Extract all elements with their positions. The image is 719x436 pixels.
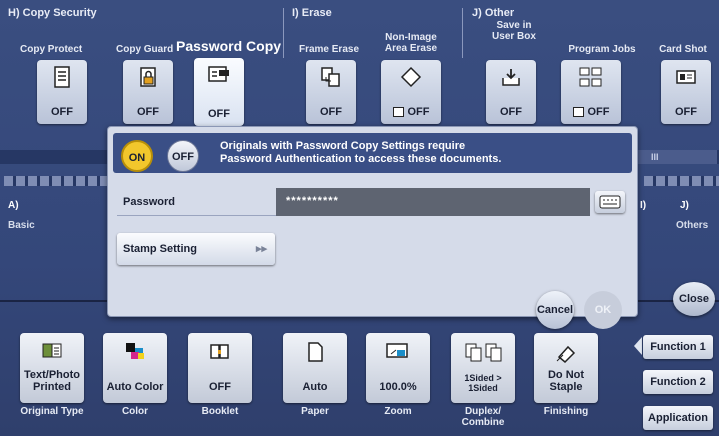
off-button[interactable]: OFF bbox=[167, 140, 199, 172]
stamp-setting-label: Stamp Setting bbox=[123, 243, 197, 255]
original-type-label: Original Type bbox=[20, 406, 84, 417]
text-photo-icon bbox=[42, 343, 62, 358]
paper-label: Paper bbox=[301, 406, 329, 417]
password-copy-value: OFF bbox=[208, 108, 230, 120]
duplex-label: Duplex/ Combine bbox=[461, 406, 505, 428]
label-card-shot: Card Shot bbox=[659, 44, 707, 55]
function-2-button[interactable]: Function 2 bbox=[643, 370, 713, 394]
left-panel-letter: A) bbox=[8, 200, 19, 211]
non-image-erase-button[interactable]: OFF bbox=[381, 60, 441, 124]
frame-erase-icon bbox=[321, 67, 340, 87]
password-copy-dialog: ON OFF Originals with Password Copy Sett… bbox=[107, 126, 638, 329]
card-shot-value: OFF bbox=[675, 106, 697, 118]
duplex-value: 1Sided > 1Sided bbox=[464, 373, 502, 393]
frame-erase-button[interactable]: OFF bbox=[306, 60, 356, 124]
checkbox-icon bbox=[392, 107, 404, 118]
password-field[interactable]: ********** bbox=[276, 188, 590, 216]
save-user-box-button[interactable]: OFF bbox=[486, 60, 536, 124]
booklet-value: OFF bbox=[209, 381, 231, 393]
program-jobs-value: OFF bbox=[561, 106, 621, 118]
zoom-icon bbox=[386, 343, 408, 358]
paper-button[interactable]: Auto Paper bbox=[283, 333, 347, 417]
divider bbox=[462, 8, 463, 58]
duplex-button[interactable]: 1Sided > 1Sided Duplex/ Combine bbox=[451, 333, 515, 428]
section-erase: I) Erase bbox=[292, 7, 332, 19]
dialog-message-2: Password Authentication to access these … bbox=[220, 153, 502, 165]
copy-protect-value: OFF bbox=[51, 106, 73, 118]
label-non-image-erase: Non-Image Area Erase bbox=[384, 32, 438, 54]
divider bbox=[283, 8, 284, 58]
application-button[interactable]: Application bbox=[643, 406, 713, 430]
password-copy-icon bbox=[208, 66, 229, 82]
copy-guard-button[interactable]: OFF bbox=[123, 60, 173, 124]
non-image-erase-icon bbox=[400, 66, 422, 88]
color-button[interactable]: Auto Color Color bbox=[103, 333, 167, 417]
copy-guard-icon bbox=[140, 67, 156, 87]
label-copy-guard: Copy Guard bbox=[116, 44, 174, 55]
color-value: Auto Color bbox=[106, 381, 164, 393]
original-type-value: Text/Photo Printed bbox=[23, 369, 80, 393]
save-user-box-value: OFF bbox=[500, 106, 522, 118]
color-label: Color bbox=[121, 406, 149, 417]
keyboard-icon bbox=[599, 195, 621, 209]
card-shot-button[interactable]: OFF bbox=[661, 60, 711, 124]
on-button[interactable]: ON bbox=[121, 140, 153, 172]
right-panel-letter-i: I) bbox=[640, 200, 647, 211]
label-program-jobs: Program Jobs bbox=[568, 44, 636, 55]
paper-value: Auto bbox=[302, 381, 328, 393]
copy-protect-button[interactable]: OFF bbox=[37, 60, 87, 124]
checkbox-icon bbox=[572, 107, 584, 118]
label-copy-protect: Copy Protect bbox=[20, 44, 83, 55]
zoom-button[interactable]: 100.0% Zoom bbox=[366, 333, 430, 417]
zoom-label: Zoom bbox=[384, 406, 412, 417]
frame-erase-value: OFF bbox=[320, 106, 342, 118]
program-jobs-icon bbox=[579, 67, 602, 87]
left-panel-label: Basic bbox=[8, 220, 35, 231]
right-panel-label: Others bbox=[676, 220, 709, 231]
booklet-button[interactable]: OFF Booklet bbox=[188, 333, 252, 417]
dialog-message-1: Originals with Password Copy Settings re… bbox=[220, 140, 466, 152]
finishing-label: Finishing bbox=[543, 406, 589, 417]
cancel-button[interactable]: Cancel bbox=[536, 291, 574, 329]
booklet-label: Booklet bbox=[201, 406, 239, 417]
duplex-icon bbox=[465, 343, 502, 362]
save-box-icon bbox=[502, 69, 520, 86]
right-page-dots bbox=[644, 176, 719, 186]
copy-guard-value: OFF bbox=[137, 106, 159, 118]
function-1-button[interactable]: Function 1 bbox=[643, 335, 713, 359]
booklet-icon bbox=[210, 344, 229, 359]
right-scroll-indicator[interactable]: III bbox=[637, 150, 717, 164]
label-save-user-box: Save in User Box bbox=[492, 20, 536, 42]
label-frame-erase: Frame Erase bbox=[298, 44, 360, 55]
copy-protect-icon bbox=[54, 66, 70, 88]
non-image-erase-value: OFF bbox=[381, 106, 441, 118]
paper-icon bbox=[308, 342, 323, 362]
program-jobs-button[interactable]: OFF bbox=[561, 60, 621, 124]
left-scroll-indicator bbox=[4, 176, 108, 186]
label-password-copy: Password Copy bbox=[176, 38, 282, 54]
zoom-value: 100.0% bbox=[379, 381, 417, 393]
ok-button[interactable]: OK bbox=[584, 291, 622, 329]
auto-color-icon bbox=[126, 343, 144, 359]
section-other: J) Other bbox=[472, 7, 515, 19]
right-panel-letter: J) bbox=[680, 200, 689, 211]
staple-icon bbox=[556, 345, 576, 363]
original-type-button[interactable]: Text/Photo Printed Original Type bbox=[20, 333, 84, 417]
password-label: Password bbox=[117, 188, 277, 216]
finishing-value: Do Not Staple bbox=[547, 369, 585, 393]
stamp-setting-button[interactable]: Stamp Setting ▸▸ bbox=[117, 233, 275, 265]
close-button[interactable]: Close bbox=[673, 282, 715, 316]
function-1-arrow bbox=[634, 337, 642, 355]
section-copy-security: H) Copy Security bbox=[8, 7, 97, 19]
password-copy-button[interactable]: OFF bbox=[194, 58, 244, 126]
finishing-button[interactable]: Do Not Staple Finishing bbox=[534, 333, 598, 417]
keyboard-button[interactable] bbox=[595, 191, 625, 213]
double-chevron-right-icon: ▸▸ bbox=[255, 243, 267, 255]
card-shot-icon bbox=[676, 70, 696, 84]
